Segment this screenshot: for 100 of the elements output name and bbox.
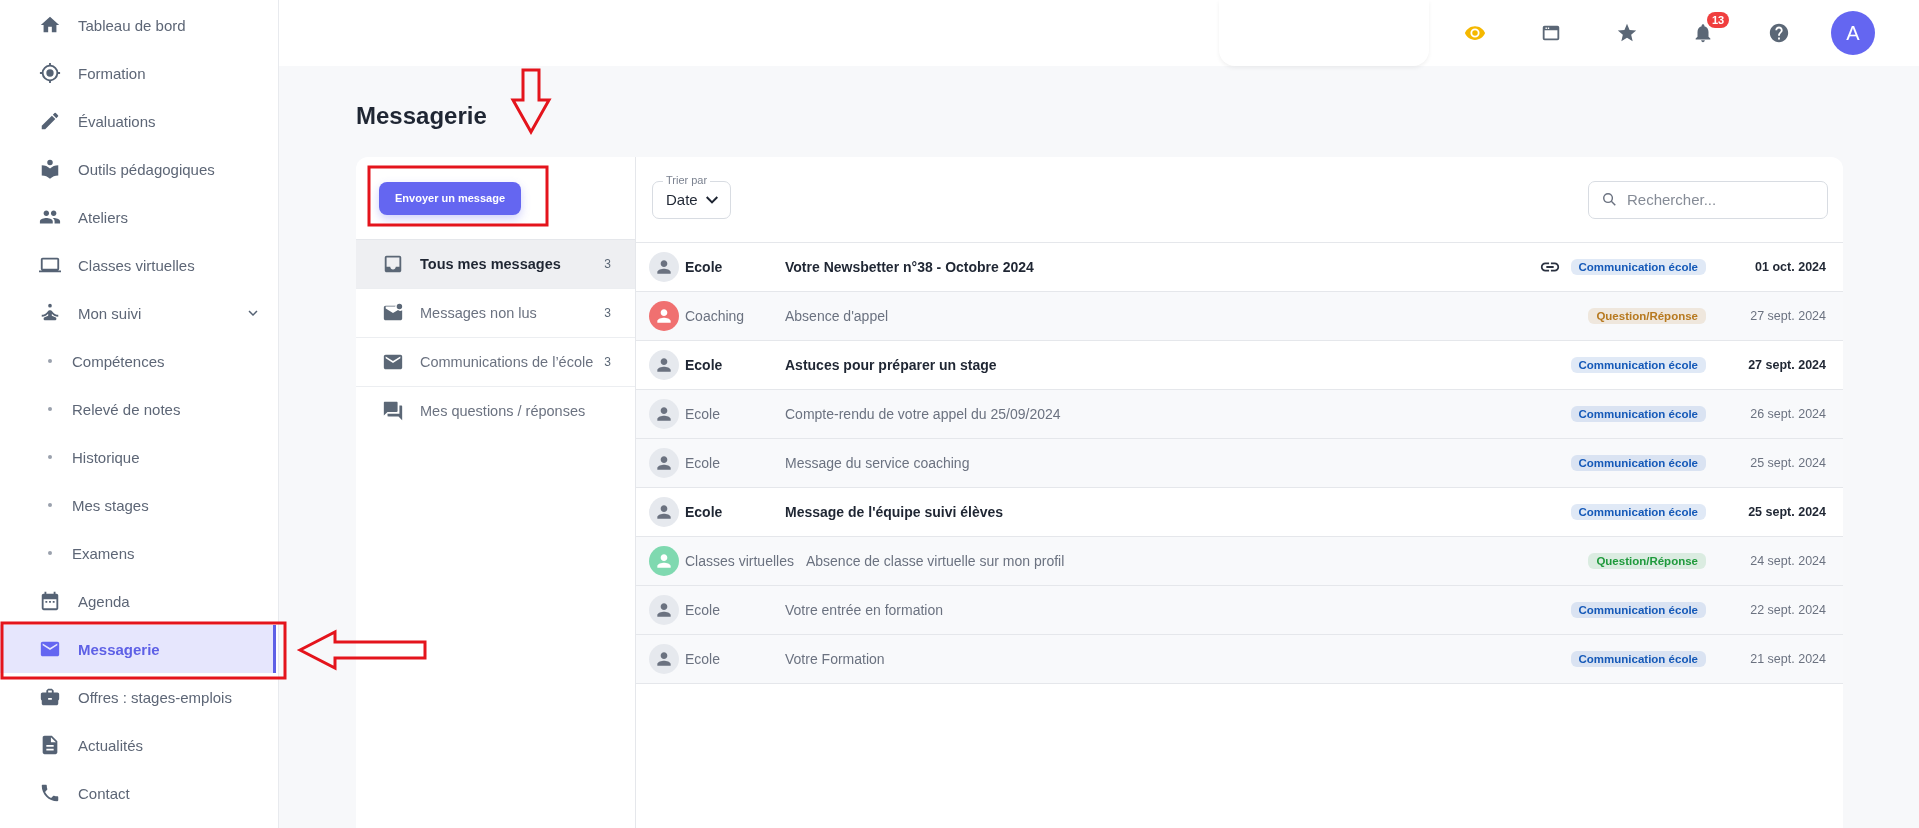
folder-item[interactable]: Messages non lus 3	[356, 289, 635, 338]
message-row[interactable]: Ecole Compte-rendu de votre appel du 25/09/2024 Communication école 26 sept. 2024	[636, 390, 1843, 439]
folder-count: 3	[604, 355, 611, 369]
message-subject: Votre Newsbetter n°38 - Octobre 2024	[785, 259, 1034, 275]
category-tag: Communication école	[1570, 651, 1706, 667]
category-tag: Communication école	[1570, 602, 1706, 618]
bullet-icon	[48, 503, 52, 507]
annotation-arrow	[510, 68, 552, 136]
sidebar-subitem[interactable]: Mes stages	[0, 481, 276, 529]
category-tag: Question/Réponse	[1588, 553, 1706, 569]
target-icon	[39, 62, 61, 84]
sidebar-item[interactable]: Évaluations	[0, 97, 276, 145]
sidebar-subitem[interactable]: Relevé de notes	[0, 385, 276, 433]
message-subject: Message de l'équipe suivi élèves	[785, 504, 1004, 520]
sender-avatar	[649, 252, 679, 282]
star-icon[interactable]	[1616, 22, 1638, 44]
sender-name: Ecole	[685, 357, 724, 373]
book-reader-icon	[39, 158, 61, 180]
sidebar-item[interactable]: Classes virtuelles	[0, 241, 276, 289]
sender-avatar	[649, 546, 679, 576]
briefcase-icon	[39, 686, 61, 708]
message-date: 24 sept. 2024	[1749, 554, 1826, 568]
chat-bubbles-icon	[382, 400, 404, 422]
message-date: 27 sept. 2024	[1747, 358, 1826, 372]
message-date: 26 sept. 2024	[1749, 407, 1826, 421]
inbox-icon	[382, 253, 404, 275]
category-tag: Communication école	[1570, 504, 1706, 520]
sender-name: Ecole	[685, 504, 724, 520]
category-tag: Communication école	[1570, 406, 1706, 422]
sort-value: Date	[666, 191, 698, 208]
help-icon[interactable]	[1768, 22, 1790, 44]
folder-label: Tous mes messages	[420, 256, 561, 272]
bullet-icon	[48, 455, 52, 459]
message-date: 01 oct. 2024	[1754, 260, 1826, 274]
message-subject: Compte-rendu de votre appel du 25/09/2024	[785, 406, 1061, 422]
search-field[interactable]: Rechercher...	[1588, 180, 1828, 219]
sender-avatar	[649, 301, 679, 331]
sort-label: Trier par	[663, 173, 711, 186]
message-row[interactable]: Classes virtuelles Absence de classe virtuelle sur mon profil Question/Réponse 24 sept. 2024	[636, 537, 1843, 586]
sidebar-item[interactable]: Formation	[0, 49, 276, 97]
message-date: 25 sept. 2024	[1749, 456, 1826, 470]
calendar-icon	[39, 590, 61, 612]
message-subject: Votre Formation	[785, 651, 885, 667]
sender-name: Coaching	[685, 308, 746, 324]
category-tag: Communication école	[1570, 259, 1706, 275]
sidebar-subitem[interactable]: Compétences	[0, 337, 276, 385]
folder-item[interactable]: Tous mes messages 3	[356, 240, 635, 289]
category-tag: Communication école	[1570, 455, 1706, 471]
category-tag: Communication école	[1570, 357, 1706, 373]
sender-avatar	[649, 448, 679, 478]
sender-avatar	[649, 644, 679, 674]
sidebar-subitem[interactable]: Examens	[0, 529, 276, 577]
folder-label: Messages non lus	[420, 305, 537, 321]
folder-item[interactable]: Mes questions / réponses	[356, 387, 635, 435]
page-title: Messagerie	[356, 102, 488, 130]
message-row[interactable]: Ecole Votre Formation Communication école 21 sept. 2024	[636, 635, 1843, 684]
sidebar-item[interactable]: Agenda	[0, 577, 276, 625]
sender-avatar	[649, 399, 679, 429]
message-date: 25 sept. 2024	[1747, 505, 1826, 519]
folder-label: Communications de l’école	[420, 354, 594, 370]
bullet-icon	[48, 551, 52, 555]
message-subject: Astuces pour préparer un stage	[785, 357, 997, 373]
sidebar-item[interactable]: Actualités	[0, 721, 276, 769]
send-message-button[interactable]: Envoyer un message	[379, 181, 522, 215]
message-date: 22 sept. 2024	[1749, 603, 1826, 617]
message-row[interactable]: Ecole Message du service coaching Communication école 25 sept. 2024	[636, 439, 1843, 488]
message-row[interactable]: Coaching Absence d'appel Question/Réponse 27 sept. 2024	[636, 292, 1843, 341]
message-date: 27 sept. 2024	[1749, 309, 1826, 323]
sender-name: Ecole	[685, 455, 722, 471]
folder-item[interactable]: Communications de l’école 3	[356, 338, 635, 387]
notification-count: 13	[1707, 12, 1730, 28]
sidebar-subitem[interactable]: Historique	[0, 433, 276, 481]
sender-name: Ecole	[685, 259, 724, 275]
sidebar-item[interactable]: Ateliers	[0, 193, 276, 241]
message-subject: Absence de classe virtuelle sur mon profil	[805, 553, 1065, 569]
sender-name: Ecole	[685, 651, 722, 667]
pencil-icon	[39, 110, 61, 132]
folder-count: 3	[604, 306, 611, 320]
sidebar-item[interactable]: Outils pédagogiques	[0, 145, 276, 193]
sidebar-item[interactable]: Offres : stages-emplois	[0, 673, 276, 721]
message-date: 21 sept. 2024	[1749, 652, 1826, 666]
message-row[interactable]: Ecole Votre entrée en formation Communication école 22 sept. 2024	[636, 586, 1843, 635]
sender-name: Ecole	[685, 406, 722, 422]
sender-avatar	[649, 497, 679, 527]
sender-name: Ecole	[685, 602, 722, 618]
sidebar-item[interactable]: Contact	[0, 769, 276, 817]
bullet-icon	[48, 407, 52, 411]
sidebar-item[interactable]: Mon suivi	[0, 289, 276, 337]
sidebar-item[interactable]: Messagerie	[0, 625, 276, 673]
phone-icon	[39, 782, 61, 804]
folder-label: Mes questions / réponses	[420, 403, 586, 419]
message-subject: Votre entrée en formation	[785, 602, 943, 618]
message-subject: Message du service coaching	[785, 455, 970, 471]
user-avatar[interactable]: A	[1831, 11, 1875, 55]
search-icon	[1603, 192, 1616, 206]
folder-count: 3	[604, 257, 611, 271]
category-tag: Question/Réponse	[1588, 308, 1706, 324]
bullet-icon	[48, 359, 52, 363]
sidebar-item[interactable]: Tableau de bord	[0, 1, 276, 49]
message-subject: Absence d'appel	[785, 308, 889, 324]
